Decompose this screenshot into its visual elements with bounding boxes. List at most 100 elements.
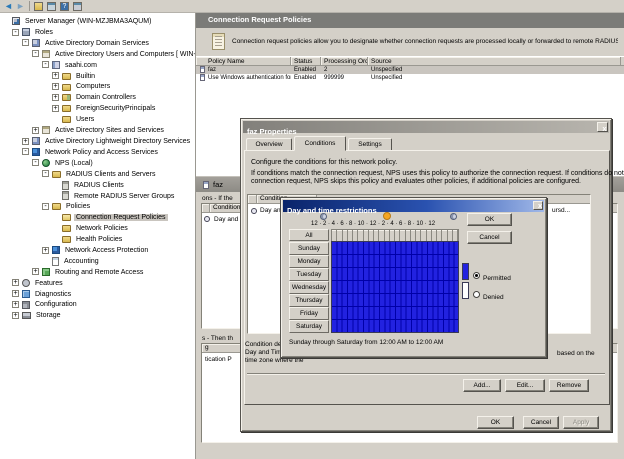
policy-table-header[interactable]: Policy NameStatusProcessing OrderSource — [196, 56, 624, 66]
tree-item[interactable]: Remote RADIUS Server Groups — [52, 191, 176, 201]
tree-item[interactable]: - Policies — [42, 202, 92, 212]
tree-item[interactable]: +Builtin — [52, 72, 97, 82]
policy-row[interactable]: Use Windows authentication for all users… — [196, 74, 624, 82]
tree-item[interactable]: + Configuration — [12, 300, 79, 310]
day-button-sunday[interactable]: Sunday — [289, 242, 329, 255]
tree-item[interactable]: + Network Access Protection — [42, 246, 150, 256]
tree-item-label[interactable]: Domain Controllers — [74, 94, 138, 101]
close-icon[interactable]: x — [597, 122, 608, 132]
tree-item[interactable]: Network Policies — [52, 224, 130, 234]
column-header[interactable]: Processing Order — [321, 57, 368, 65]
expand-icon[interactable]: + — [12, 312, 19, 319]
tree-item-label[interactable]: Network Access Protection — [63, 247, 150, 254]
tree-item-label[interactable]: Active Directory Lightweight Directory S… — [43, 138, 192, 145]
tree-item-label[interactable]: Network Policies — [74, 225, 130, 232]
expand-icon[interactable]: + — [42, 247, 49, 254]
help-icon[interactable]: ? — [60, 2, 69, 11]
remove-button[interactable]: Remove — [549, 379, 589, 392]
day-button-monday[interactable]: Monday — [289, 255, 329, 268]
collapse-icon[interactable]: - — [42, 61, 49, 68]
tree-item-label[interactable]: Network Policy and Access Services — [43, 149, 160, 156]
add-button[interactable]: Add... — [463, 379, 501, 392]
expand-icon[interactable]: + — [12, 279, 19, 286]
tree-item[interactable]: +ForeignSecurityPrincipals — [52, 104, 157, 114]
tree-item-label[interactable]: Configuration — [33, 301, 79, 308]
close-icon[interactable]: x — [533, 201, 543, 210]
time-grid[interactable] — [331, 241, 459, 333]
all-button[interactable]: All — [289, 229, 329, 241]
tree-item[interactable]: - Network Policy and Access Services — [22, 148, 160, 158]
edit-button[interactable]: Edit... — [505, 379, 545, 392]
forward-arrow-icon[interactable]: ► — [16, 1, 25, 11]
selector-column-header[interactable] — [202, 204, 210, 212]
ok-button[interactable]: OK — [477, 416, 514, 429]
selector-column-header[interactable] — [248, 195, 257, 203]
tree-item-label[interactable]: Storage — [34, 312, 63, 319]
time-dialog-titlebar[interactable]: Day and time restrictions x — [283, 200, 544, 212]
tree-item[interactable]: Users — [52, 115, 96, 125]
ok-button[interactable]: OK — [467, 213, 512, 226]
tree-item-label[interactable]: Features — [33, 280, 65, 287]
tree-item-label[interactable]: Policies — [64, 203, 92, 210]
tree-item-label[interactable]: Active Directory Domain Services — [43, 40, 151, 47]
tree-item-label[interactable]: Roles — [33, 29, 55, 36]
day-button-saturday[interactable]: Saturday — [289, 320, 329, 333]
expand-icon[interactable]: + — [52, 83, 59, 90]
tree-item[interactable]: +Routing and Remote Access — [32, 268, 145, 278]
tree-item-label[interactable]: Remote RADIUS Server Groups — [72, 193, 176, 200]
tree-item-label[interactable]: Routing and Remote Access — [53, 269, 145, 276]
policy-row[interactable]: fazEnabled2Unspecified — [196, 66, 624, 74]
day-button-tuesday[interactable]: Tuesday — [289, 268, 329, 281]
permitted-radio[interactable]: Permitted — [473, 267, 511, 285]
tree-item-label[interactable]: RADIUS Clients and Servers — [64, 171, 157, 178]
tree-item[interactable]: Server Manager (WIN-MZJBMA3AQUM) — [2, 17, 153, 27]
column-header[interactable]: Status — [291, 57, 321, 65]
tree-item[interactable]: -Roles — [12, 28, 55, 38]
tree-item[interactable]: +Diagnostics — [12, 290, 73, 300]
tree-item-label[interactable]: Health Policies — [74, 236, 124, 243]
collapse-icon[interactable]: - — [32, 50, 39, 57]
tree-item[interactable]: Health Policies — [52, 235, 124, 245]
console-icon[interactable] — [73, 2, 82, 11]
collapse-icon[interactable]: - — [42, 203, 49, 210]
tree-item[interactable]: + Active Directory Lightweight Directory … — [22, 137, 192, 147]
window-icon[interactable] — [47, 2, 56, 11]
collapse-icon[interactable]: - — [42, 170, 49, 177]
tree-item-label[interactable]: Accounting — [62, 258, 101, 265]
expand-icon[interactable]: + — [22, 138, 29, 145]
setting-row[interactable]: tication P — [205, 356, 232, 363]
tree-item-label[interactable]: Computers — [74, 83, 112, 90]
tree-item-label[interactable]: Builtin — [74, 73, 97, 80]
tree-item[interactable]: RADIUS Clients — [52, 181, 126, 191]
day-button-friday[interactable]: Friday — [289, 307, 329, 320]
tree-item[interactable]: + Domain Controllers — [52, 93, 138, 103]
tree-item[interactable]: Connection Request Policies — [52, 213, 168, 223]
tree-item[interactable]: + Features — [12, 279, 65, 289]
tree-item-label[interactable]: Active Directory Sites and Services — [53, 127, 166, 134]
expand-icon[interactable]: + — [52, 94, 59, 101]
denied-radio[interactable]: Denied — [473, 286, 504, 304]
properties-dialog-titlebar[interactable]: faz Properties x — [243, 121, 609, 133]
export-icon[interactable] — [34, 2, 43, 11]
day-button-thursday[interactable]: Thursday — [289, 294, 329, 307]
hour-tick-row[interactable] — [331, 229, 459, 241]
tree-item-label[interactable]: RADIUS Clients — [72, 182, 126, 189]
collapse-icon[interactable]: - — [22, 39, 29, 46]
radio-icon[interactable] — [473, 272, 480, 279]
collapse-icon[interactable]: - — [32, 159, 39, 166]
expand-icon[interactable]: + — [12, 301, 19, 308]
cancel-button[interactable]: Cancel — [523, 416, 559, 429]
expand-icon[interactable]: + — [12, 290, 19, 297]
tree-item[interactable]: - NPS (Local) — [32, 159, 95, 169]
tree-item[interactable]: - RADIUS Clients and Servers — [42, 170, 157, 180]
radio-icon[interactable] — [473, 291, 480, 298]
day-button-wednesday[interactable]: Wednesday — [289, 281, 329, 294]
tree-item[interactable]: -saahi.com — [42, 61, 99, 71]
tab-conditions[interactable]: Conditions — [294, 136, 346, 151]
tree-item[interactable]: + Active Directory Sites and Services — [32, 126, 166, 136]
column-header[interactable]: Source — [368, 57, 621, 65]
expand-icon[interactable]: + — [32, 127, 39, 134]
tree-item-label[interactable]: NPS (Local) — [53, 160, 95, 167]
tree-item-label[interactable]: Server Manager (WIN-MZJBMA3AQUM) — [23, 18, 153, 25]
collapse-icon[interactable]: - — [22, 148, 29, 155]
